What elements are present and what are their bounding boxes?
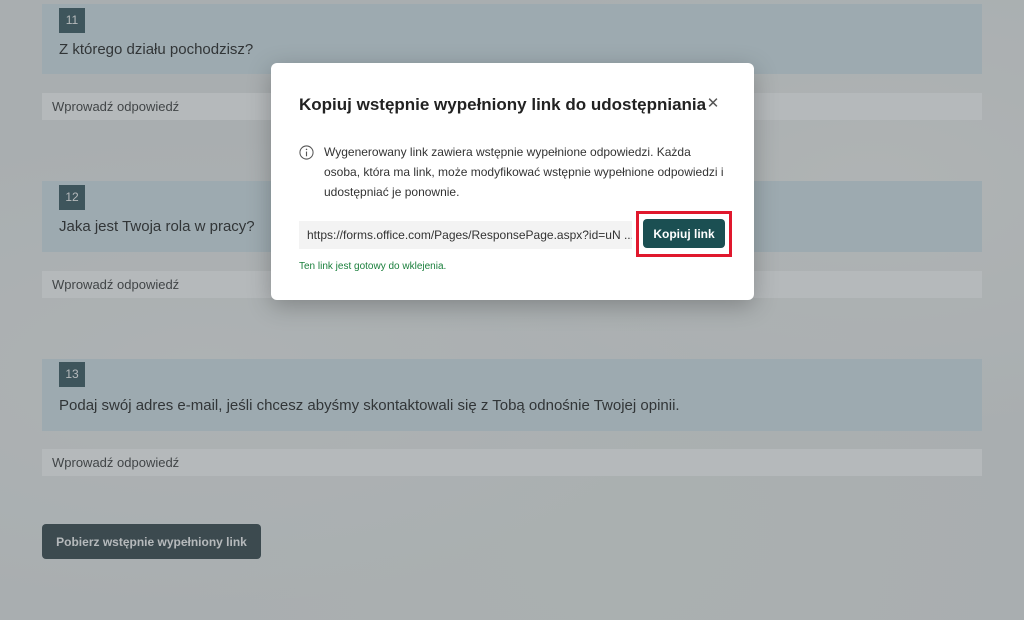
info-icon	[299, 145, 314, 160]
dialog-title: Kopiuj wstępnie wypełniony link do udost…	[299, 95, 707, 114]
copy-link-button[interactable]: Kopiuj link	[643, 219, 725, 248]
close-icon[interactable]: ✕	[703, 94, 723, 114]
copy-link-dialog: Kopiuj wstępnie wypełniony link do udost…	[271, 63, 754, 300]
link-ready-status: Ten link jest gotowy do wklejenia.	[299, 261, 447, 272]
prefilled-link-field[interactable]: https://forms.office.com/Pages/ResponseP…	[299, 221, 632, 249]
info-text: Wygenerowany link zawiera wstępnie wypeł…	[324, 145, 724, 199]
